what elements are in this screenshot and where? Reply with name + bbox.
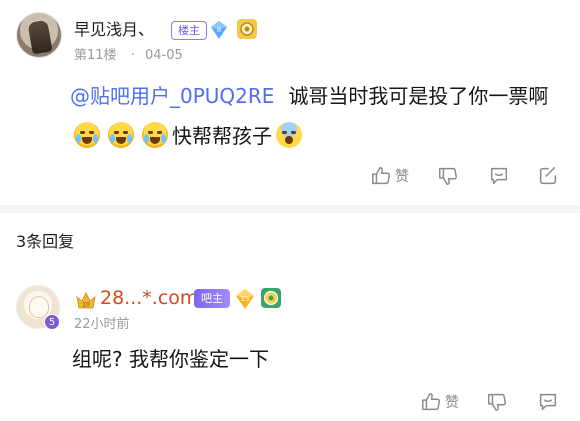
medal-icon	[237, 19, 257, 39]
thumbs-down-icon	[439, 167, 457, 185]
scared-face-icon	[276, 122, 302, 148]
section-divider	[0, 205, 580, 213]
edit-share-icon	[539, 167, 557, 185]
post-text-1: 诚哥当时我可是投了你一票啊	[288, 84, 549, 108]
post-actions: 赞	[370, 163, 409, 189]
like-button[interactable]: 赞	[370, 165, 409, 187]
post-text-2: 快帮帮孩子	[172, 124, 272, 148]
post-content: @贴吧用户_0PUQ2RE 诚哥当时我可是投了你一票啊 快帮帮孩子	[70, 76, 570, 156]
floor-number: 第11楼	[74, 48, 117, 63]
reply-like-button[interactable]: 赞	[420, 389, 459, 415]
meta-separator: ·	[130, 48, 135, 63]
post-author-name[interactable]: 早见浅月、	[74, 16, 154, 40]
reply-content: 组呢? 我帮你鉴定一下	[72, 347, 269, 371]
medal-icon	[261, 288, 281, 308]
thumbs-up-icon	[372, 167, 390, 185]
crown-icon: 10	[76, 292, 96, 309]
post-card: 早见浅月、 楼主 8 第11楼 · 04-05 @贴吧用户_0PUQ2RE 诚哥当…	[0, 0, 580, 205]
avatar-level-badge: 5	[44, 314, 60, 330]
level-gem-icon: 8	[211, 21, 227, 39]
crying-face-icon	[142, 122, 168, 148]
comment-icon	[539, 393, 557, 411]
like-label: 赞	[395, 169, 409, 185]
post-date: 04-05	[144, 48, 183, 63]
thumbs-up-icon	[422, 393, 440, 411]
reply-comment-button[interactable]	[537, 389, 559, 415]
crying-face-icon	[74, 122, 100, 148]
bazhu-badge: 吧主	[194, 289, 230, 308]
crown-level: 10	[82, 302, 90, 309]
dislike-button[interactable]	[437, 163, 459, 189]
reply-dislike-button[interactable]	[486, 389, 508, 415]
louzhu-badge: 楼主	[171, 21, 207, 40]
thumbs-down-icon	[488, 393, 506, 411]
post-meta: 第11楼 · 04-05	[74, 44, 187, 63]
crying-face-icon	[108, 122, 134, 148]
comment-button[interactable]	[488, 163, 510, 189]
reply-author-name[interactable]: 28...*.com	[100, 287, 198, 309]
level-number: 8	[217, 26, 221, 34]
author-avatar[interactable]	[16, 12, 62, 58]
reply-count-heading: 3条回复	[16, 232, 75, 251]
reply-like-label: 赞	[445, 395, 459, 411]
gem-level: 13	[241, 295, 250, 303]
comment-icon	[490, 167, 508, 185]
share-button[interactable]	[537, 163, 559, 189]
level-gem-icon: 13	[236, 289, 254, 309]
reply-time: 22小时前	[74, 317, 130, 332]
mention-link[interactable]: @贴吧用户_0PUQ2RE	[70, 84, 274, 108]
